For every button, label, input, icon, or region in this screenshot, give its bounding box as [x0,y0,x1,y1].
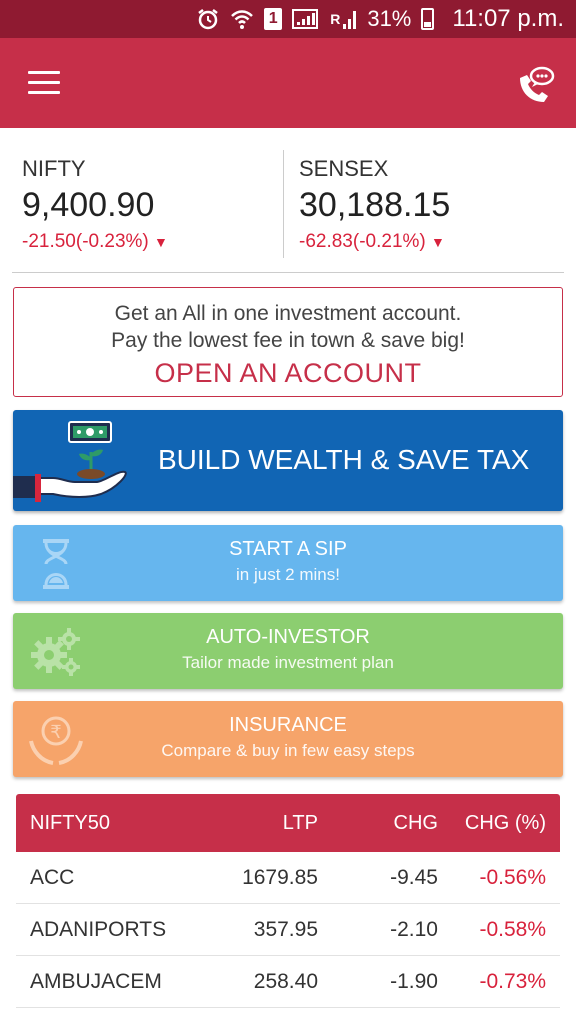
table-row[interactable]: ACC 1679.85 -9.45 -0.56% [16,852,560,904]
open-account-button[interactable]: OPEN AN ACCOUNT [14,358,562,389]
menu-button[interactable] [28,71,60,95]
alarm-icon [196,7,220,31]
column-header-chg[interactable]: CHG [318,812,438,835]
signal-icon [292,7,320,31]
nifty-index[interactable]: NIFTY 9,400.90 -21.50(-0.23%) ▼ [22,156,168,253]
nifty50-table: NIFTY50 LTP CHG CHG (%) ACC 1679.85 -9.4… [16,794,560,1024]
stock-chg-pct: -0.56% [479,865,546,889]
wifi-icon [230,7,254,31]
stock-chg: -9.45 [390,865,438,889]
battery-icon [421,8,435,30]
insurance-tile[interactable]: ₹ INSURANCE Compare & buy in few easy st… [13,701,563,777]
stock-chg-pct: -0.58% [479,917,546,941]
stock-ltp: 258.40 [253,969,318,993]
column-header-ltp[interactable]: LTP [206,812,318,835]
start-sip-tile[interactable]: START A SIP in just 2 mins! [13,525,563,601]
stock-ltp: 357.95 [253,917,318,941]
index-value: 9,400.90 [22,186,155,224]
money-hand-plant-icon [13,421,127,502]
caret-down-icon: ▼ [154,234,168,250]
tile-title: INSURANCE [229,714,347,736]
battery-percent: 31% [367,6,412,31]
index-change: -62.83(-0.21%) ▼ [299,231,445,252]
sim-badge: 1 [264,8,283,30]
call-chat-button[interactable] [514,64,558,108]
table-row[interactable]: ADANIPORTS 357.95 -2.10 -0.58% [16,904,560,956]
hamburger-menu-icon [28,71,60,74]
column-header-chg-pct[interactable]: CHG (%) [438,812,546,835]
tile-title: AUTO-INVESTOR [206,626,370,648]
build-wealth-banner[interactable]: BUILD WEALTH & SAVE TAX [13,410,563,511]
stock-symbol: ACC [30,865,75,889]
signal-roaming-icon: R [330,7,359,31]
phone-chat-icon [520,66,555,102]
tile-title: START A SIP [229,538,347,560]
column-header-symbol[interactable]: NIFTY50 [16,812,206,835]
build-wealth-label: BUILD WEALTH & SAVE TAX [158,444,530,475]
index-name: NIFTY [22,156,86,181]
stock-chg: -1.90 [390,969,438,993]
promo-line: Get an All in one investment account. [114,302,462,325]
app-bar [0,38,576,128]
promo-line: Pay the lowest fee in town & save big! [111,329,465,352]
market-indices: NIFTY 9,400.90 -21.50(-0.23%) ▼ SENSEX 3… [0,128,576,274]
status-bar: 1 R 31% 11:07 p.m. [0,0,576,38]
divider [283,150,284,258]
tile-subtitle: Tailor made investment plan [182,653,394,672]
stock-ltp: 1679.85 [242,865,318,889]
clock: 11:07 p.m. [452,5,564,32]
index-value: 30,188.15 [299,186,451,224]
stock-symbol: AMBUJACEM [30,969,162,993]
caret-down-icon: ▼ [431,234,445,250]
tile-subtitle: in just 2 mins! [236,565,340,584]
open-account-card[interactable]: Get an All in one investment account. Pa… [13,287,563,397]
tile-subtitle: Compare & buy in few easy steps [161,741,415,760]
table-header: NIFTY50 LTP CHG CHG (%) [16,794,560,852]
stock-chg: -2.10 [390,917,438,941]
svg-text:₹: ₹ [50,722,61,743]
index-change: -21.50(-0.23%) ▼ [22,231,168,252]
sensex-index[interactable]: SENSEX 30,188.15 -62.83(-0.21%) ▼ [299,156,450,253]
stock-chg-pct: -0.73% [479,969,546,993]
auto-investor-tile[interactable]: AUTO-INVESTOR Tailor made investment pla… [13,613,563,689]
table-row[interactable]: AMBUJACEM 258.40 -1.90 -0.73% [16,956,560,1008]
divider [12,272,564,273]
stock-symbol: ADANIPORTS [30,917,167,941]
index-name: SENSEX [299,156,389,181]
